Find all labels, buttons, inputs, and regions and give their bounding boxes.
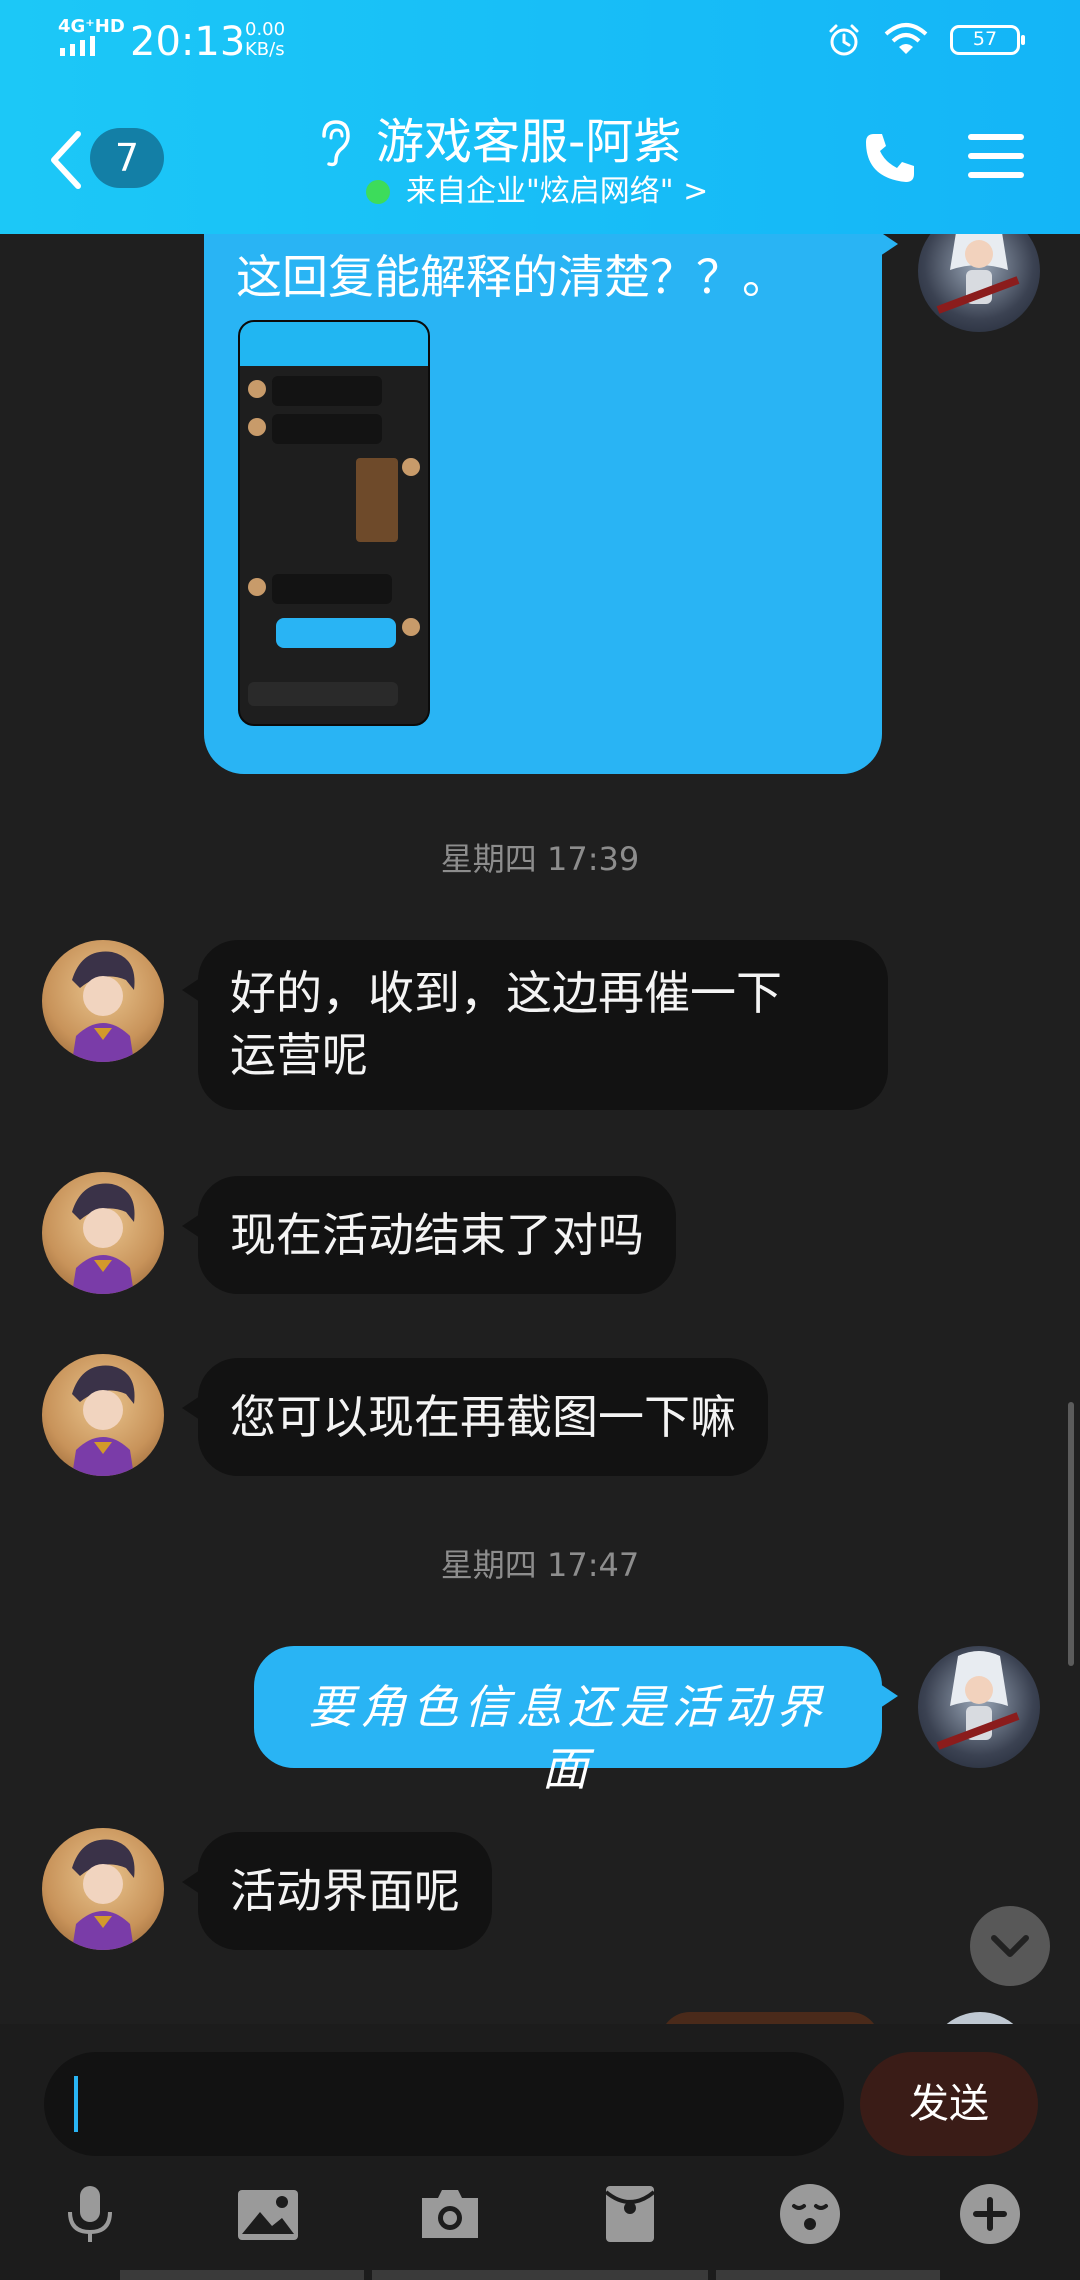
- emoji-icon: [780, 2184, 840, 2244]
- plus-icon: [960, 2184, 1020, 2244]
- online-status-dot: [366, 180, 390, 204]
- attached-screenshot-image[interactable]: [238, 320, 430, 726]
- image-button[interactable]: [236, 2182, 300, 2246]
- network-indicator: 4G⁺HD: [58, 16, 125, 37]
- user-message-bubble[interactable]: 要角色信息还是活动界面: [254, 1646, 898, 1796]
- red-packet-icon: [604, 2186, 656, 2242]
- message-text: 您可以现在再截图一下嘛: [230, 1390, 736, 1444]
- message-text: 现在活动结束了对吗: [230, 1208, 644, 1262]
- battery-icon: 57: [950, 25, 1025, 55]
- message-text: 活动界面呢: [230, 1864, 460, 1918]
- chat-title[interactable]: 游戏客服-阿紫: [376, 110, 681, 174]
- agent-message-bubble[interactable]: 现在活动结束了对吗: [182, 1176, 676, 1294]
- toolbar-divider: [120, 2270, 364, 2280]
- status-bar: 4G⁺HD 20:13 0.00 KB/s 57: [0, 0, 1080, 80]
- message-text: 这回复能解释的清楚？？。: [236, 250, 788, 304]
- microphone-button[interactable]: [58, 2182, 122, 2246]
- send-button[interactable]: 发送: [860, 2052, 1038, 2156]
- image-icon: [238, 2190, 298, 2240]
- user-avatar-image: [936, 234, 1020, 314]
- user-avatar[interactable]: [918, 1646, 1040, 1768]
- timestamp: 星期四 17:39: [440, 840, 640, 878]
- emoji-button[interactable]: [778, 2182, 842, 2246]
- signal-icon: [60, 36, 95, 56]
- agent-avatar-image: [72, 1839, 135, 1950]
- back-chevron-icon[interactable]: [48, 130, 84, 190]
- message-list[interactable]: 这回复能解释的清楚？？。 星期四 17:39 好的，收到，这边再催一下 运营呢 …: [0, 234, 1080, 2024]
- message-input[interactable]: [44, 2052, 844, 2156]
- scrollbar[interactable]: [1068, 1402, 1074, 1666]
- chat-subtitle[interactable]: 来自企业"炫启网络" >: [406, 172, 708, 212]
- plus-button[interactable]: [958, 2182, 1022, 2246]
- message-text-line: 运营呢: [230, 1028, 368, 1082]
- toolbar-divider: [716, 2270, 940, 2280]
- ear-icon[interactable]: [316, 118, 352, 168]
- agent-avatar[interactable]: [42, 1828, 164, 1950]
- user-avatar-image: [936, 1651, 1020, 1750]
- agent-message-bubble[interactable]: 活动界面呢: [182, 1832, 492, 1950]
- toolbar-divider: [372, 2270, 708, 2280]
- agent-avatar-image: [72, 1183, 135, 1294]
- message-text-line: 好的，收到，这边再催一下: [230, 966, 782, 1020]
- agent-avatar-image: [72, 951, 135, 1062]
- alarm-icon: [829, 24, 859, 56]
- chat-header: 4G⁺HD 20:13 0.00 KB/s 57 7 游戏客服-阿紫 来自企业"…: [0, 0, 1080, 234]
- agent-avatar-image: [72, 1365, 135, 1476]
- microphone-icon: [68, 2186, 112, 2242]
- agent-avatar[interactable]: [42, 1354, 164, 1476]
- camera-icon: [422, 2190, 478, 2238]
- agent-avatar[interactable]: [42, 1172, 164, 1294]
- timestamp: 星期四 17:47: [440, 1546, 640, 1584]
- composer: 发送: [0, 2024, 1080, 2280]
- user-message-bubble[interactable]: 这回复能解释的清楚？？。: [204, 234, 898, 774]
- menu-icon[interactable]: [968, 134, 1024, 182]
- speed-value: 0.00: [245, 19, 286, 40]
- chevron-down-icon: [991, 1935, 1029, 1957]
- wifi-icon: [884, 23, 928, 54]
- status-icons: 57: [826, 22, 1025, 58]
- agent-message-bubble[interactable]: 好的，收到，这边再催一下 运营呢: [182, 940, 888, 1110]
- text-cursor: [74, 2076, 78, 2132]
- phone-icon[interactable]: [862, 130, 918, 186]
- red-packet-button[interactable]: [598, 2182, 662, 2246]
- network-speed: 0.00 KB/s: [245, 20, 285, 60]
- clock: 20:13: [130, 19, 246, 65]
- speed-unit: KB/s: [245, 39, 285, 60]
- camera-button[interactable]: [418, 2182, 482, 2246]
- user-avatar[interactable]: [918, 234, 1040, 332]
- scroll-to-bottom-button[interactable]: [970, 1906, 1050, 1986]
- message-text: 要角色信息还是活动界面: [308, 1680, 828, 1796]
- agent-message-bubble[interactable]: 您可以现在再截图一下嘛: [182, 1358, 768, 1476]
- unread-count-badge[interactable]: 7: [90, 128, 164, 188]
- agent-avatar[interactable]: [42, 940, 164, 1062]
